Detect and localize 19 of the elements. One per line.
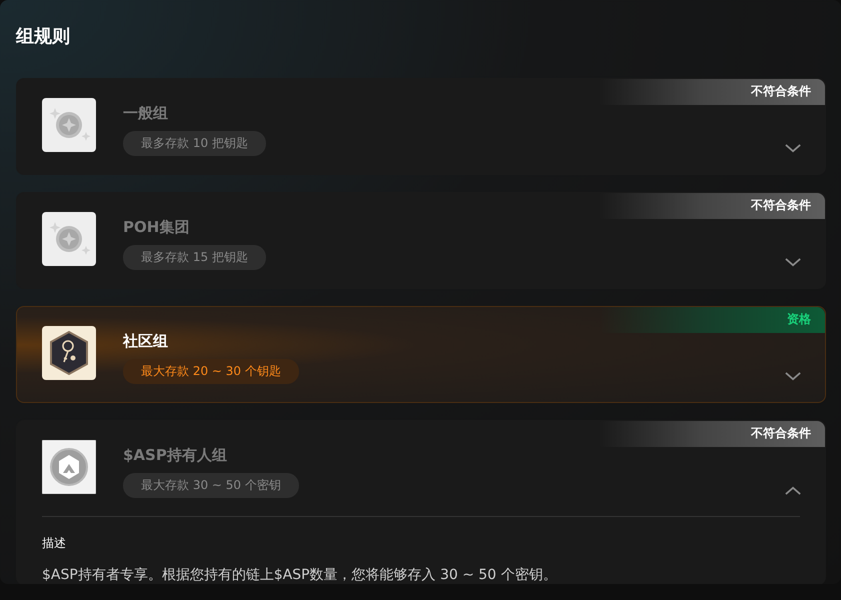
capacity-pill: 最多存款 15 把钥匙 xyxy=(123,245,266,270)
collapse-icon[interactable] xyxy=(785,486,801,495)
group-name: POH集团 xyxy=(123,218,190,238)
capacity-pill: 最多存款 10 把钥匙 xyxy=(123,131,266,156)
key-badge-icon xyxy=(42,326,96,380)
expand-icon[interactable] xyxy=(785,372,801,381)
coin-icon xyxy=(42,98,96,152)
description-label: 描述 xyxy=(42,535,67,552)
group-name: 社区组 xyxy=(123,332,169,352)
panel-title: 组规则 xyxy=(16,25,71,49)
expand-icon[interactable] xyxy=(785,144,801,153)
group-name: $ASP持有人组 xyxy=(123,446,228,466)
capacity-pill: 最大存款 20 ~ 30 个钥匙 xyxy=(123,359,299,384)
coin-icon xyxy=(42,212,96,266)
capacity-pill: 最大存款 30 ~ 50 个密钥 xyxy=(123,473,299,498)
expand-icon[interactable] xyxy=(785,258,801,267)
description-text: $ASP持有者专享。根据您持有的链上$ASP数量，您将能够存入 30 ~ 50 个密钥。 xyxy=(42,566,558,584)
group-name: 一般组 xyxy=(123,104,169,124)
token-icon xyxy=(42,440,96,494)
